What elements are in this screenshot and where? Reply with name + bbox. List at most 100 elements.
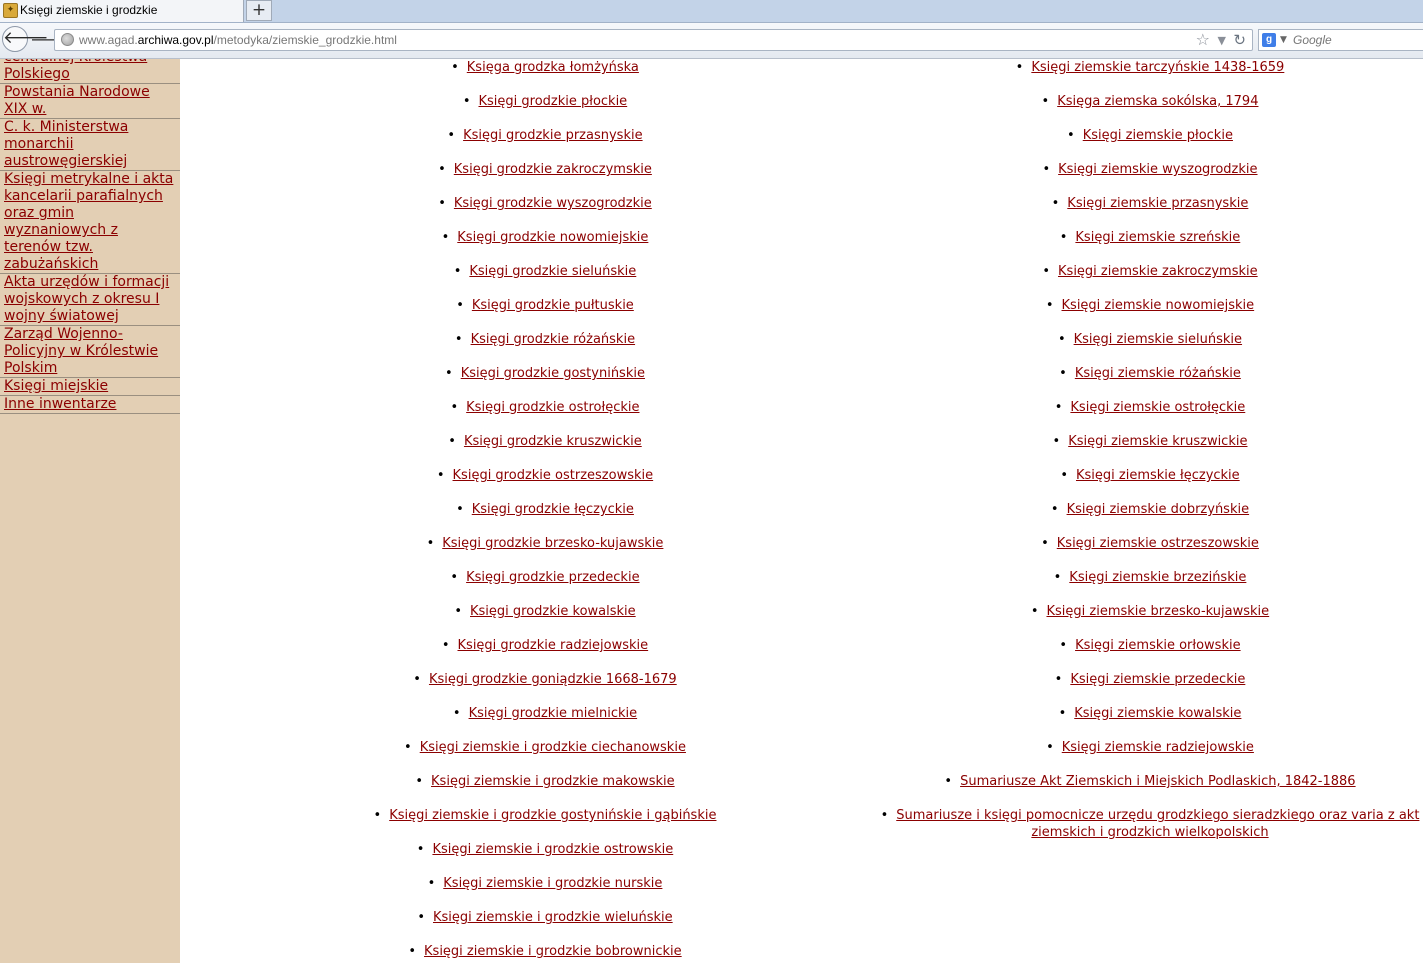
archive-link[interactable]: Księgi grodzkie nowomiejskie	[457, 230, 648, 245]
chevron-down-icon[interactable]: ▼	[1218, 31, 1226, 51]
url-text[interactable]: www.agad.archiwa.gov.pl/metodyka/ziemski…	[79, 33, 397, 47]
page-viewport: centralnej Królestwa Polskiego Powstania…	[0, 59, 1423, 963]
list-item: • Księgi ziemskie radziejowskie	[860, 739, 1423, 756]
back-button[interactable]: 🡐	[2, 26, 49, 52]
sidebar-item-zarzad[interactable]: Zarząd Wojenno-Policyjny w Królestwie Po…	[0, 326, 180, 378]
search-placeholder[interactable]: Google	[1293, 33, 1332, 47]
archive-link[interactable]: Księgi ziemskie i grodzkie wieluńskie	[433, 910, 673, 925]
sidebar-item-krolestwo[interactable]: centralnej Królestwa Polskiego	[0, 59, 180, 84]
archive-link[interactable]: Księgi grodzkie wyszogrodzkie	[454, 196, 652, 211]
archive-link[interactable]: Księgi ziemskie zakroczymskie	[1058, 264, 1258, 279]
archive-link[interactable]: Księgi ziemskie i grodzkie makowskie	[431, 774, 675, 789]
url-domain: archiwa.gov.pl	[137, 33, 214, 47]
archive-link[interactable]: Księga grodzka łomżyńska	[467, 60, 639, 75]
globe-icon[interactable]	[61, 33, 74, 46]
site-favicon-icon: ✦	[3, 3, 18, 18]
archive-link[interactable]: Księgi ziemskie płockie	[1083, 128, 1233, 143]
archive-link[interactable]: Księgi grodzkie radziejowskie	[458, 638, 649, 653]
bullet-icon: •	[438, 162, 446, 177]
archive-link[interactable]: Księgi ziemskie łęczyckie	[1076, 468, 1240, 483]
archive-link[interactable]: Sumariusze i księgi pomocnicze urzędu gr…	[896, 808, 1419, 840]
archive-link[interactable]: Księgi grodzkie mielnickie	[469, 706, 638, 721]
forward-button[interactable]: 🡒	[30, 30, 73, 50]
archive-link[interactable]: Księgi grodzkie kruszwickie	[464, 434, 642, 449]
star-icon[interactable]: ☆	[1196, 30, 1210, 50]
archive-link[interactable]: Księgi grodzkie brzesko-kujawskie	[442, 536, 663, 551]
archive-link[interactable]: Księgi ziemskie i grodzkie ciechanowskie	[420, 740, 686, 755]
bullet-icon: •	[416, 842, 425, 857]
archive-link[interactable]: Księgi grodzkie płockie	[478, 94, 627, 109]
list-item: • Księgi ziemskie sieluńskie	[860, 331, 1423, 348]
google-icon[interactable]: g	[1262, 33, 1276, 47]
archive-link[interactable]: Księgi ziemskie ostrołęckie	[1070, 400, 1245, 415]
archive-link[interactable]: Księgi grodzkie zakroczymskie	[454, 162, 652, 177]
bullet-icon: •	[451, 60, 459, 75]
search-engine-dropdown-icon[interactable]: ▼	[1280, 33, 1287, 47]
archive-link[interactable]: Księgi ziemskie szreńskie	[1075, 230, 1240, 245]
archive-link[interactable]: Księgi grodzkie przedeckie	[466, 570, 639, 585]
archive-link[interactable]: Księgi ziemskie orłowskie	[1075, 638, 1241, 653]
archive-link[interactable]: Księgi grodzkie łęczyckie	[472, 502, 634, 517]
archive-link[interactable]: Księgi ziemskie i grodzkie bobrownickie	[424, 944, 682, 959]
archive-link[interactable]: Księgi ziemskie ostrzeszowskie	[1057, 536, 1259, 551]
bullet-icon: •	[438, 196, 446, 211]
archive-link[interactable]: Księgi grodzkie kowalskie	[470, 604, 636, 619]
sidebar-item-powstania[interactable]: Powstania Narodowe XIX w.	[0, 84, 180, 119]
archive-link[interactable]: Księgi ziemskie przasnyskie	[1067, 196, 1248, 211]
archive-link[interactable]: Księgi ziemskie nowomiejskie	[1062, 298, 1255, 313]
archive-link[interactable]: Księgi ziemskie dobrzyńskie	[1067, 502, 1250, 517]
tab-active[interactable]: ✦ Księgi ziemskie i grodzkie	[0, 0, 244, 22]
reload-icon[interactable]: ↻	[1233, 30, 1246, 50]
sidebar-item-wojskowe[interactable]: Akta urzędów i formacji wojskowych z okr…	[0, 274, 180, 326]
bullet-icon: •	[445, 366, 453, 381]
sidebar-item-miejskie[interactable]: Księgi miejskie	[0, 378, 180, 396]
archive-link[interactable]: Księgi ziemskie brzezińskie	[1069, 570, 1246, 585]
list-item: • Księgi ziemskie i grodzkie wieluńskie	[240, 909, 850, 926]
archive-link[interactable]: Księgi ziemskie przedeckie	[1070, 672, 1245, 687]
bullet-icon: •	[1057, 332, 1066, 347]
archive-link[interactable]: Księgi ziemskie radziejowskie	[1062, 740, 1254, 755]
archive-link[interactable]: Księgi ziemskie brzesko-kujawskie	[1046, 604, 1269, 619]
archive-link[interactable]: Księgi ziemskie różańskie	[1075, 366, 1241, 381]
new-tab-button[interactable]: +	[246, 0, 272, 21]
search-bar[interactable]: g ▼ Google	[1258, 29, 1423, 51]
sidebar-item-metrykalne[interactable]: Księgi metrykalne i akta kancelarii para…	[0, 171, 180, 274]
archive-link[interactable]: Księgi ziemskie i grodzkie ostrowskie	[432, 842, 673, 857]
tab-strip: ✦ Księgi ziemskie i grodzkie +	[0, 0, 1423, 23]
archive-link[interactable]: Księgi grodzkie goniądzkie 1668-1679	[429, 672, 677, 687]
bullet-icon: •	[1053, 570, 1062, 585]
archive-link[interactable]: Sumariusze Akt Ziemskich i Miejskich Pod…	[960, 774, 1356, 789]
archive-link[interactable]: Księgi ziemskie kowalskie	[1074, 706, 1241, 721]
archive-link[interactable]: Księga ziemska sokólska, 1794	[1057, 94, 1258, 109]
bullet-icon: •	[1067, 128, 1075, 143]
sidebar: centralnej Królestwa Polskiego Powstania…	[0, 59, 180, 963]
archive-link[interactable]: Księgi grodzkie różańskie	[471, 332, 635, 347]
archive-link[interactable]: Księgi ziemskie tarczyńskie 1438-1659	[1031, 60, 1284, 75]
bullet-icon: •	[1046, 740, 1054, 755]
archive-link[interactable]: Księgi ziemskie kruszwickie	[1068, 434, 1247, 449]
archive-link[interactable]: Księgi grodzkie przasnyskie	[463, 128, 643, 143]
archive-link[interactable]: Księgi grodzkie ostrołęckie	[466, 400, 639, 415]
archive-link[interactable]: Księgi grodzkie ostrzeszowskie	[453, 468, 654, 483]
archive-link[interactable]: Księgi ziemskie i grodzkie gostynińskie …	[389, 808, 716, 823]
list-item: • Księgi grodzkie płockie	[240, 93, 850, 110]
bullet-icon: •	[441, 230, 450, 245]
bullet-icon: •	[454, 604, 462, 619]
list-item: • Księgi grodzkie wyszogrodzkie	[240, 195, 850, 212]
archive-link[interactable]: Księgi ziemskie sieluńskie	[1074, 332, 1242, 347]
archive-link[interactable]: Księgi ziemskie i grodzkie nurskie	[443, 876, 662, 891]
sidebar-menu: centralnej Królestwa Polskiego Powstania…	[0, 59, 180, 414]
archive-link[interactable]: Księgi grodzkie sieluńskie	[469, 264, 636, 279]
bullet-icon: •	[1042, 162, 1051, 177]
bullet-icon: •	[417, 910, 425, 925]
list-item: • Księgi ziemskie łęczyckie	[860, 467, 1423, 484]
list-item: • Księgi grodzkie pułtuskie	[240, 297, 850, 314]
sidebar-item-inne[interactable]: Inne inwentarze	[0, 396, 180, 414]
list-item: • Księgi ziemskie i grodzkie makowskie	[240, 773, 850, 790]
sidebar-item-ministerstwa[interactable]: C. k. Ministerstwa monarchii austrowęgie…	[0, 119, 180, 171]
archive-link[interactable]: Księgi ziemskie wyszogrodzkie	[1058, 162, 1257, 177]
archive-link[interactable]: Księgi grodzkie pułtuskie	[472, 298, 634, 313]
list-item: • Księgi grodzkie różańskie	[240, 331, 850, 348]
address-bar[interactable]: www.agad.archiwa.gov.pl/metodyka/ziemski…	[54, 29, 1253, 51]
archive-link[interactable]: Księgi grodzkie gostynińskie	[461, 366, 645, 381]
